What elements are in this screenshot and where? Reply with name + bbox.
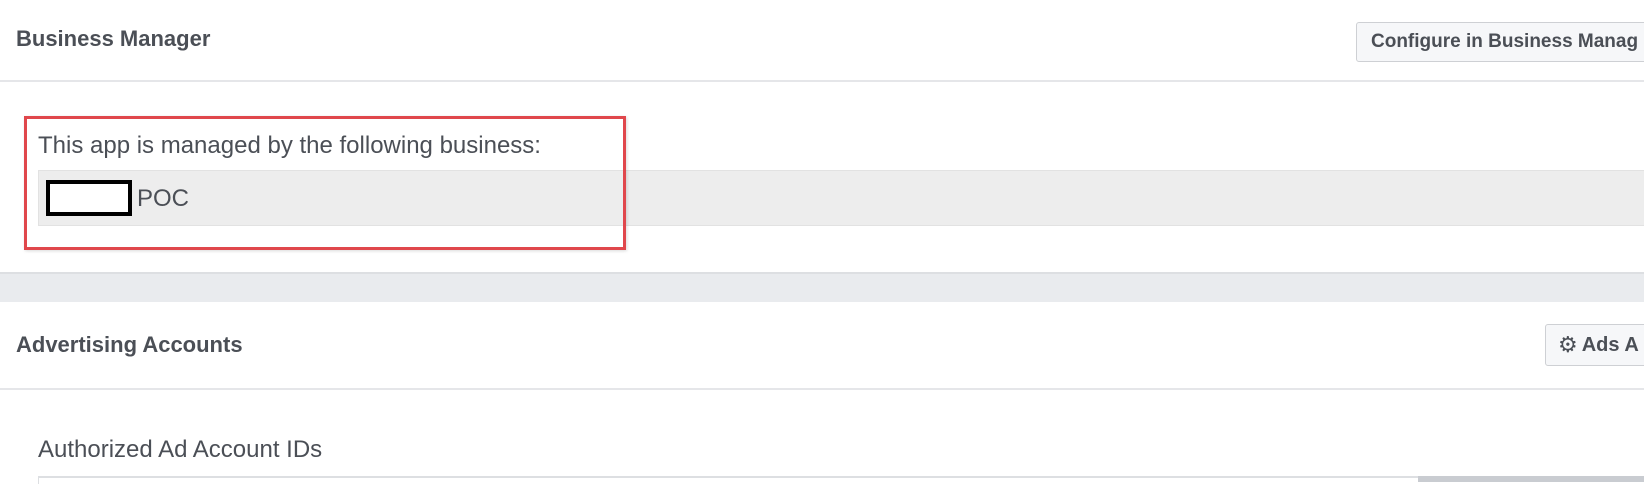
business-name: POC [137,185,190,212]
managed-by-label: This app is managed by the following bus… [38,132,541,159]
authorized-ad-account-ids-label: Authorized Ad Account IDs [38,436,323,463]
advertising-accounts-body: Authorized Ad Account IDs [0,390,1644,484]
ads-settings-label: Ads A [1581,334,1639,356]
configure-in-business-manager-button[interactable]: Configure in Business Manag [1356,22,1644,62]
business-manager-header: Business Manager Configure in Business M… [0,0,1644,82]
business-manager-body: This app is managed by the following bus… [0,82,1644,272]
app-settings-page: Business Manager Configure in Business M… [0,0,1644,484]
section-separator [0,272,1644,302]
advertising-accounts-title: Advertising Accounts [16,332,243,357]
ads-settings-button[interactable]: ⚙ Ads A [1545,324,1644,366]
authorized-input-addon [1418,476,1644,482]
advertising-accounts-header: Advertising Accounts ⚙ Ads A [0,302,1644,390]
business-row[interactable]: POC [38,170,1644,226]
gear-icon: ⚙ [1558,332,1578,357]
authorized-ad-account-ids-input[interactable] [38,476,1644,484]
redaction-box [46,180,132,216]
business-manager-title: Business Manager [16,26,211,51]
